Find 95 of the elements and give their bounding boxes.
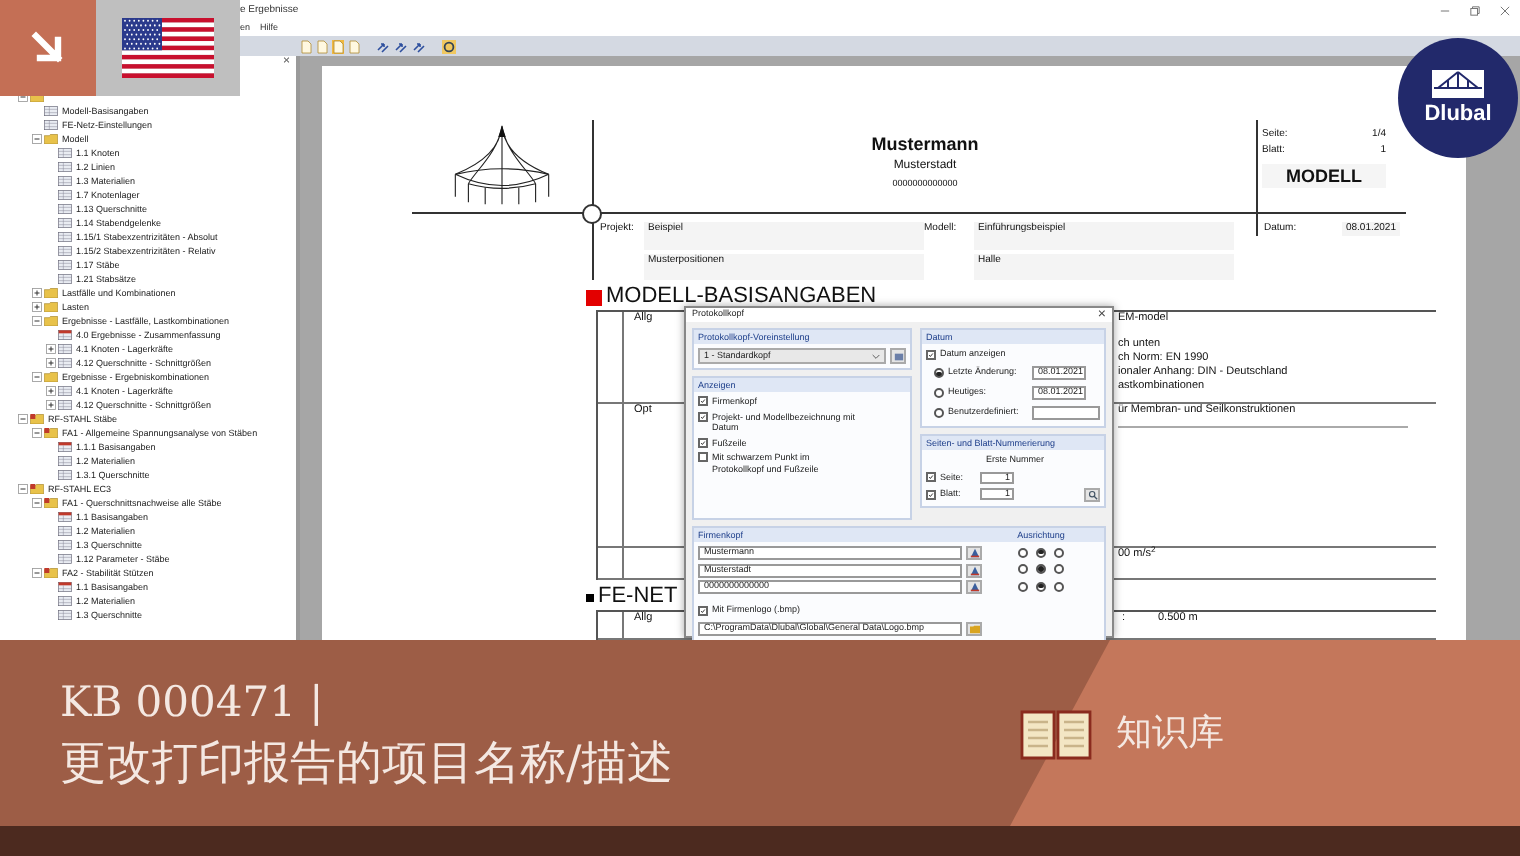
table-icon (58, 456, 72, 466)
open-book-icon (1020, 707, 1092, 759)
radio-button[interactable] (1054, 581, 1064, 591)
collapse-toggle[interactable] (17, 484, 27, 494)
collapse-toggle[interactable] (31, 372, 41, 382)
table-icon (58, 386, 72, 396)
section-label: 知识库 (1116, 710, 1224, 758)
article-title: 更改打印报告的项目名称/描述 (60, 735, 676, 793)
company-name: Mustermann (871, 132, 979, 156)
expand-toggle[interactable] (45, 358, 55, 368)
radio-button[interactable] (1018, 564, 1028, 574)
collapse-toggle[interactable] (31, 316, 41, 326)
table-icon (58, 218, 72, 228)
collapse-toggle[interactable] (31, 428, 41, 438)
expand-toggle[interactable] (31, 288, 41, 298)
radio-button[interactable] (1018, 581, 1028, 591)
chevron-down-icon (872, 353, 880, 359)
section-heading: MODELL-BASISANGABEN (606, 284, 877, 309)
close-icon[interactable] (1500, 6, 1510, 16)
table-icon (58, 162, 72, 172)
expand-toggle[interactable] (45, 400, 55, 410)
us-flag-icon (122, 18, 214, 78)
bookmark-button[interactable] (890, 348, 906, 364)
arrows-icon[interactable] (412, 39, 426, 53)
checkbox[interactable] (698, 396, 708, 406)
bridge-icon (1432, 70, 1484, 98)
table-icon (58, 260, 72, 270)
bullet-marker (586, 593, 594, 601)
table-icon (44, 120, 58, 130)
article-code: KB 000471 | (60, 675, 326, 730)
radio-button[interactable] (934, 408, 944, 419)
radio-button[interactable] (1054, 547, 1064, 557)
table-icon (58, 190, 72, 200)
checkbox[interactable] (926, 489, 936, 500)
table-icon (58, 540, 72, 550)
date-field[interactable] (1032, 406, 1100, 421)
radio-button[interactable] (1036, 547, 1046, 557)
table-icon (58, 442, 72, 452)
restore-icon[interactable] (1470, 6, 1480, 16)
table-icon (58, 148, 72, 158)
expand-toggle[interactable] (31, 302, 41, 312)
gear-icon[interactable] (442, 39, 456, 53)
expand-toggle[interactable] (45, 386, 55, 396)
expand-toggle[interactable] (45, 344, 55, 354)
arrow-down-right-icon (28, 28, 68, 68)
table-icon (58, 246, 72, 256)
table-icon (58, 232, 72, 242)
table-icon (58, 512, 72, 522)
collapse-toggle[interactable] (31, 568, 41, 578)
brand-name: Dlubal (1424, 102, 1492, 126)
table-icon (58, 274, 72, 284)
preview-button[interactable] (1084, 487, 1100, 501)
table-icon (58, 610, 72, 620)
table-icon (58, 582, 72, 592)
chapter-title: MODELL (1262, 164, 1386, 188)
table-icon (58, 526, 72, 536)
collapse-toggle[interactable] (31, 134, 41, 144)
folder-icon (44, 372, 58, 382)
font-button[interactable] (966, 546, 982, 560)
radio-button[interactable] (934, 368, 944, 379)
collapse-toggle[interactable] (31, 498, 41, 508)
table-icon (44, 106, 58, 116)
table-icon (58, 554, 72, 564)
folder-icon (30, 484, 44, 494)
section-heading: FE-NET (598, 584, 678, 610)
font-button[interactable] (966, 580, 982, 594)
radio-button[interactable] (934, 388, 944, 399)
table-icon (58, 596, 72, 606)
table-icon (58, 344, 72, 354)
table-icon (58, 400, 72, 410)
chapter-marker (586, 289, 602, 305)
checkbox[interactable] (698, 437, 708, 447)
folder-icon (30, 414, 44, 424)
checkbox[interactable] (698, 452, 708, 462)
table-icon (58, 470, 72, 480)
radio-button[interactable] (1018, 547, 1028, 557)
checkbox[interactable] (698, 411, 708, 421)
radio-button[interactable] (1036, 581, 1046, 591)
folder-icon (44, 568, 58, 578)
checkbox[interactable] (926, 472, 936, 483)
arrows-icon[interactable] (376, 39, 390, 53)
folder-icon (44, 428, 58, 438)
checkbox[interactable] (926, 349, 936, 360)
folder-icon (44, 498, 58, 508)
arrows-icon[interactable] (394, 39, 408, 53)
checkbox[interactable] (698, 605, 708, 616)
radio-button[interactable] (1036, 564, 1046, 574)
font-button[interactable] (966, 563, 982, 577)
folder-icon (44, 134, 58, 144)
table-icon (58, 204, 72, 214)
table-icon (58, 358, 72, 368)
table-icon (58, 330, 72, 340)
collapse-toggle[interactable] (17, 414, 27, 424)
table-icon (58, 176, 72, 186)
radio-button[interactable] (1054, 564, 1064, 574)
